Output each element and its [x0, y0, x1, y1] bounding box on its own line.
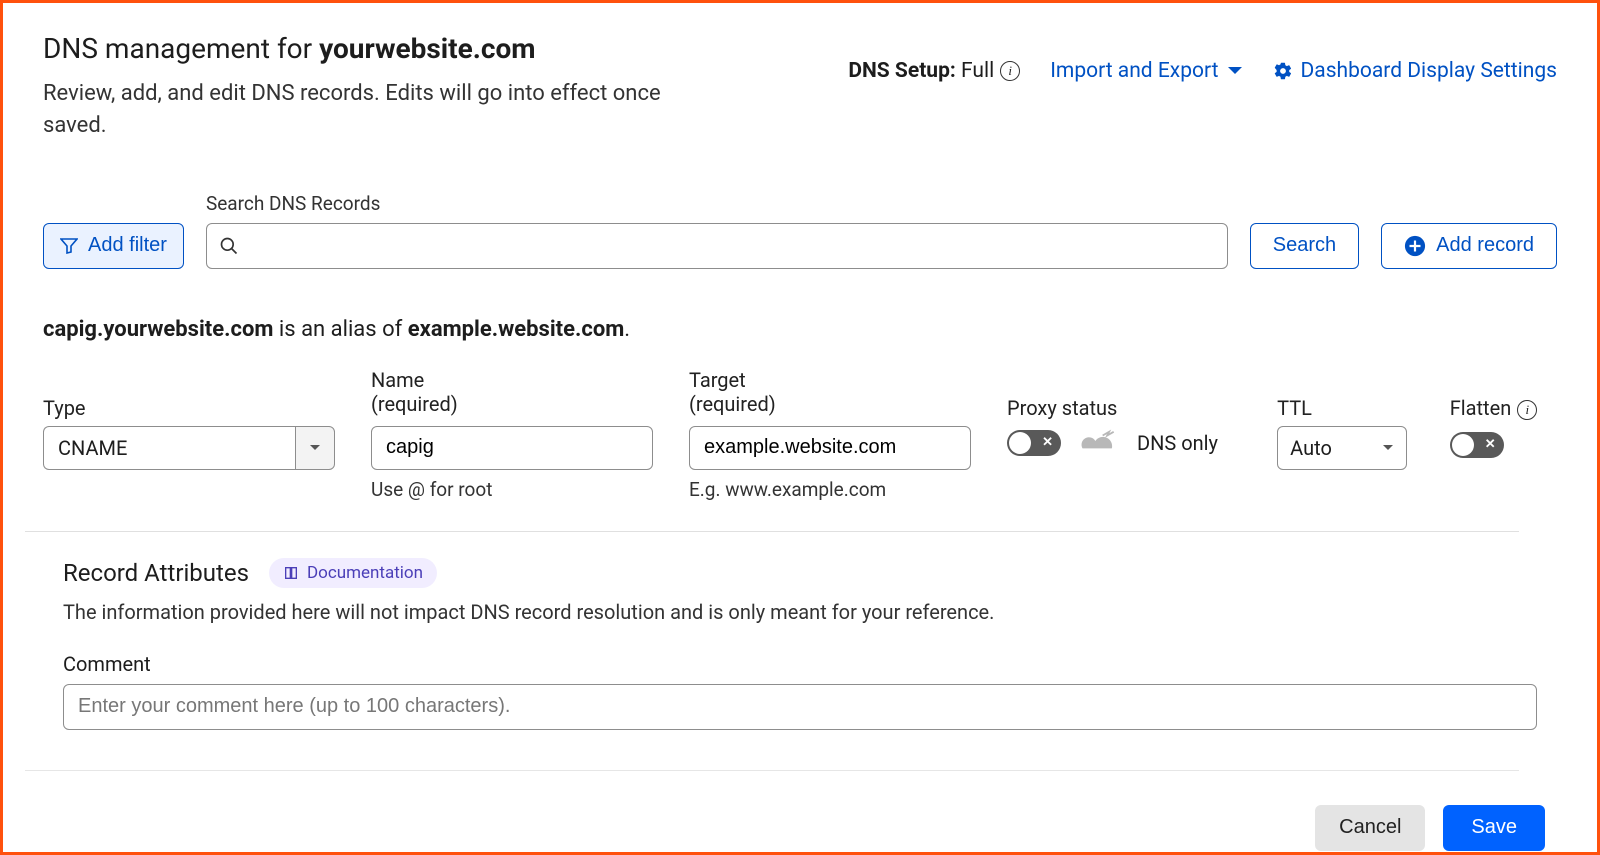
proxy-toggle[interactable]: ✕	[1007, 430, 1061, 456]
x-icon: ✕	[1485, 437, 1496, 452]
alias-summary: capig.yourwebsite.com is an alias of exa…	[43, 317, 1557, 342]
info-icon[interactable]: i	[1000, 61, 1020, 81]
type-value: CNAME	[58, 436, 127, 460]
add-filter-label: Add filter	[88, 234, 167, 257]
import-export-link[interactable]: Import and Export	[1050, 59, 1242, 83]
proxy-label: Proxy status	[1007, 396, 1117, 420]
ttl-value: Auto	[1290, 436, 1332, 460]
alias-host: capig.yourwebsite.com	[43, 317, 273, 342]
save-label: Save	[1471, 816, 1517, 838]
plus-circle-icon	[1404, 235, 1426, 257]
record-attributes-description: The information provided here will not i…	[63, 600, 1537, 624]
display-settings-link[interactable]: Dashboard Display Settings	[1273, 59, 1558, 83]
add-record-button[interactable]: Add record	[1381, 223, 1557, 269]
flatten-toggle[interactable]: ✕	[1450, 432, 1504, 458]
import-export-label: Import and Export	[1050, 59, 1218, 83]
page-title-domain: yourwebsite.com	[319, 32, 535, 65]
proxy-value: DNS only	[1137, 431, 1218, 455]
gear-icon	[1273, 61, 1293, 81]
target-help: E.g. www.example.com	[689, 478, 971, 501]
search-icon	[219, 236, 239, 256]
cancel-button[interactable]: Cancel	[1315, 805, 1425, 851]
comment-label: Comment	[63, 652, 1537, 676]
target-label: Target	[689, 368, 971, 392]
target-required: (required)	[689, 392, 971, 416]
page-title-prefix: DNS management for	[43, 32, 319, 65]
search-input-wrap[interactable]	[206, 223, 1228, 269]
name-label: Name	[371, 368, 653, 392]
caret-down-icon	[1382, 444, 1394, 452]
save-button[interactable]: Save	[1443, 805, 1545, 851]
comment-input[interactable]	[63, 684, 1537, 730]
display-settings-label: Dashboard Display Settings	[1301, 59, 1558, 83]
alias-target: example.website.com	[408, 317, 625, 342]
search-button[interactable]: Search	[1250, 223, 1359, 269]
name-help: Use @ for root	[371, 478, 653, 501]
add-filter-button[interactable]: Add filter	[43, 223, 184, 269]
cloud-icon	[1077, 426, 1121, 460]
name-input[interactable]	[371, 426, 653, 470]
cancel-label: Cancel	[1339, 816, 1401, 838]
search-button-label: Search	[1273, 234, 1336, 257]
documentation-label: Documentation	[307, 563, 423, 583]
dns-setup-value: Full	[961, 59, 994, 83]
ttl-select[interactable]: Auto	[1277, 426, 1407, 470]
book-icon	[283, 565, 299, 581]
caret-down-icon	[1227, 66, 1243, 76]
type-label: Type	[43, 396, 86, 420]
search-label: Search DNS Records	[206, 192, 1228, 215]
record-attributes-heading: Record Attributes	[63, 559, 249, 587]
type-dropdown-button[interactable]	[295, 426, 335, 470]
caret-down-icon	[309, 444, 321, 452]
ttl-label: TTL	[1277, 396, 1312, 420]
info-icon[interactable]: i	[1517, 400, 1537, 420]
divider	[25, 531, 1519, 532]
documentation-link[interactable]: Documentation	[269, 558, 437, 588]
divider	[25, 770, 1519, 771]
page-subtitle: Review, add, and edit DNS records. Edits…	[43, 78, 703, 142]
dns-setup-label: DNS Setup:	[848, 59, 955, 83]
filter-icon	[60, 238, 78, 254]
name-required: (required)	[371, 392, 653, 416]
add-record-label: Add record	[1436, 234, 1534, 257]
x-icon: ✕	[1042, 435, 1053, 450]
alias-suffix: .	[624, 317, 630, 342]
alias-mid: is an alias of	[273, 317, 407, 342]
dns-setup-block: DNS Setup: Full i	[848, 59, 1020, 83]
target-input[interactable]	[689, 426, 971, 470]
search-input[interactable]	[239, 235, 1215, 257]
type-select[interactable]: CNAME	[43, 426, 295, 470]
flatten-label: Flatten	[1450, 396, 1512, 420]
page-title: DNS management for yourwebsite.com	[43, 31, 703, 66]
